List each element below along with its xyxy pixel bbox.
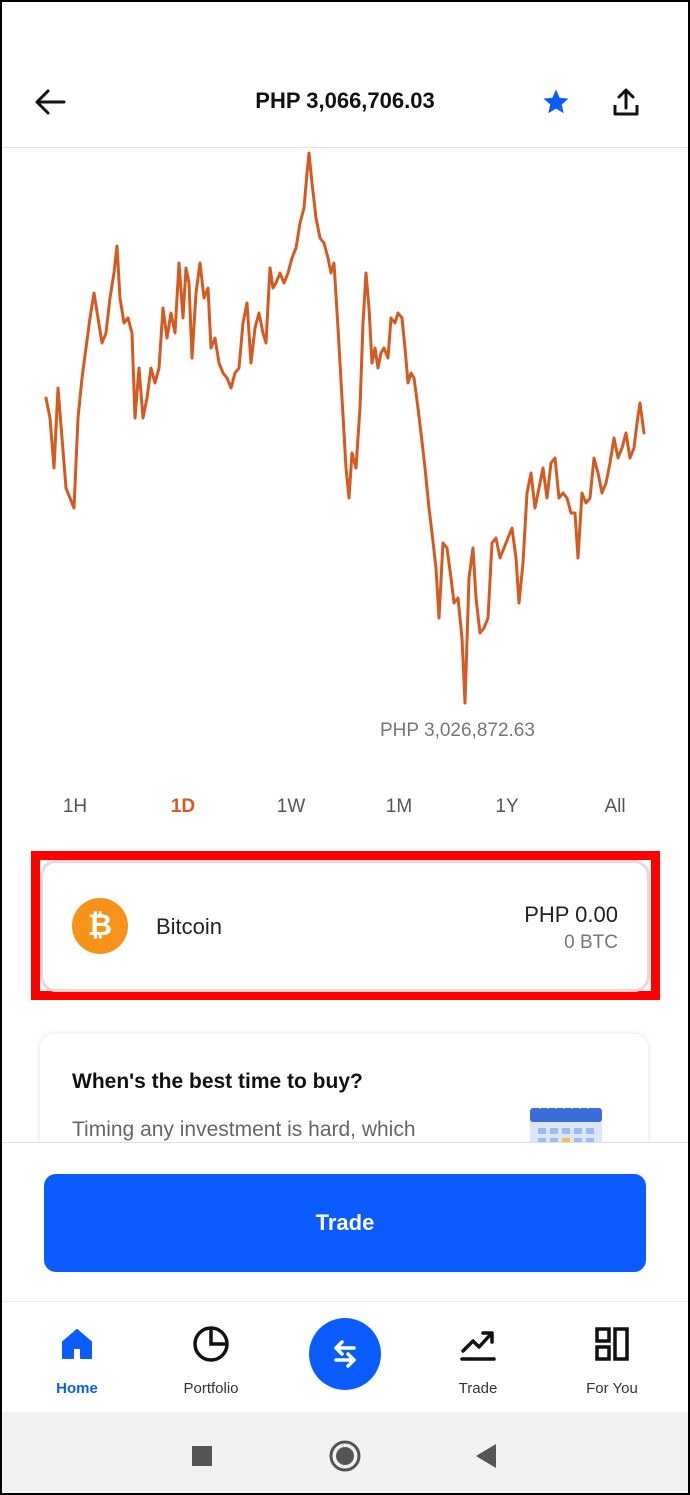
price-line	[44, 151, 646, 705]
back-system-button[interactable]	[466, 1436, 506, 1476]
favorite-button[interactable]	[536, 82, 576, 122]
trade-button[interactable]: Trade	[44, 1174, 646, 1272]
circle-icon	[329, 1440, 361, 1472]
top-app-bar: PHP 3,066,706.03	[0, 60, 690, 148]
bitcoin-icon: ₿	[72, 898, 128, 954]
tab-all[interactable]: All	[570, 790, 660, 824]
nav-for-you[interactable]: For You	[552, 1322, 672, 1402]
asset-amount: 0 BTC	[564, 932, 618, 953]
nav-trade[interactable]: Trade	[418, 1322, 538, 1402]
pie-chart-icon	[193, 1326, 229, 1362]
nav-home[interactable]: Home	[17, 1322, 137, 1402]
trend-chart-icon	[460, 1331, 496, 1361]
education-card-body: Timing any investment is hard, which	[72, 1118, 416, 1141]
tab-1d[interactable]: 1D	[138, 790, 228, 824]
nav-home-label: Home	[56, 1380, 98, 1397]
share-icon	[613, 88, 639, 116]
home-icon	[62, 1329, 92, 1359]
swap-arrows-icon	[334, 1340, 356, 1368]
calendar-icon	[530, 1103, 602, 1142]
tab-1w[interactable]: 1W	[246, 790, 336, 824]
education-card[interactable]: When's the best time to buy? Timing any …	[40, 1034, 648, 1142]
chart-low-value: PHP 3,026,872.63	[380, 720, 535, 741]
page-title: PHP 3,066,706.03	[255, 88, 435, 113]
triangle-back-icon	[476, 1444, 496, 1468]
trade-action-area: Trade	[0, 1142, 690, 1302]
education-card-title: When's the best time to buy?	[72, 1070, 363, 1093]
nav-portfolio[interactable]: Portfolio	[151, 1322, 271, 1402]
home-system-button[interactable]	[325, 1436, 365, 1476]
asset-name: Bitcoin	[156, 914, 223, 939]
tab-1h[interactable]: 1H	[30, 790, 120, 824]
nav-for-you-label: For You	[586, 1380, 638, 1397]
asset-value: PHP 0.00	[524, 902, 618, 927]
recent-apps-button[interactable]	[182, 1436, 222, 1476]
swap-button[interactable]	[309, 1318, 381, 1390]
tab-1y[interactable]: 1Y	[462, 790, 552, 824]
tab-1m[interactable]: 1M	[354, 790, 444, 824]
nav-portfolio-label: Portfolio	[183, 1380, 239, 1397]
time-range-tabs: 1H 1D 1W 1M 1Y All	[30, 790, 660, 824]
square-icon	[192, 1446, 212, 1466]
star-icon	[543, 89, 569, 114]
android-system-bar	[0, 1412, 690, 1495]
share-button[interactable]	[606, 82, 646, 122]
grid-icon	[595, 1327, 629, 1361]
bottom-navigation: Home Portfolio Trade For You	[0, 1302, 690, 1412]
nav-trade-label: Trade	[458, 1380, 498, 1397]
asset-holding-card[interactable]: ₿ Bitcoin PHP 0.00 0 BTC	[40, 860, 650, 992]
price-chart[interactable]	[0, 148, 690, 758]
